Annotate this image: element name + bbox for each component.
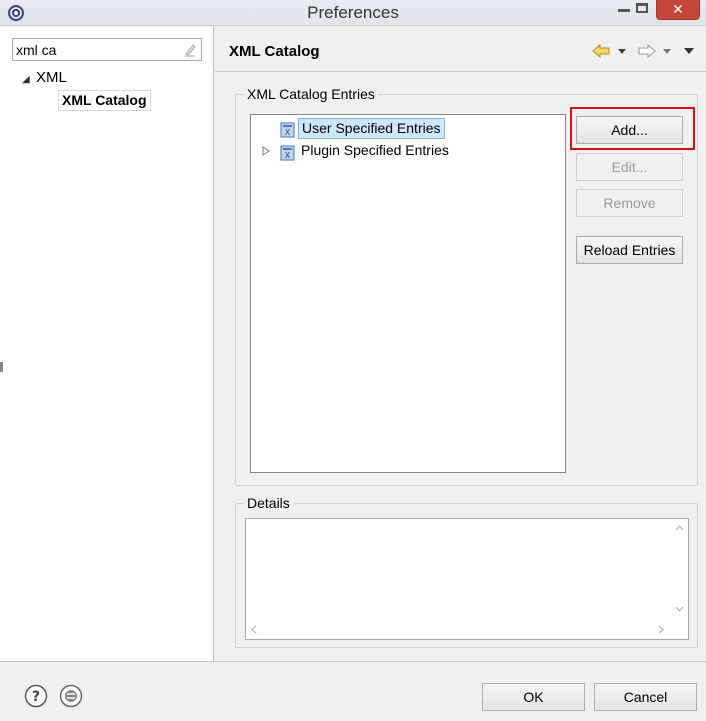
footer-divider [0, 661, 706, 662]
window-title: Preferences [307, 3, 399, 22]
catalog-entries-legend: XML Catalog Entries [247, 86, 375, 102]
svg-text:X: X [285, 128, 291, 137]
ok-button[interactable]: OK [482, 683, 585, 711]
tree-item-xml[interactable]: ◢ XML [22, 69, 67, 87]
scroll-up-icon[interactable] [675, 525, 684, 531]
resize-handle[interactable] [0, 362, 3, 372]
catalog-icon: X [280, 145, 295, 161]
clear-filter-icon[interactable] [183, 42, 197, 57]
forward-dropdown-icon [663, 49, 671, 54]
tree-row-label: Plugin Specified Entries [301, 142, 449, 158]
tree-item-label: XML [36, 69, 67, 86]
minimize-icon[interactable] [618, 9, 630, 12]
back-arrow-icon[interactable] [591, 42, 611, 60]
expand-arrow-icon[interactable] [261, 146, 271, 156]
header-divider [215, 71, 706, 72]
add-button[interactable]: Add... [576, 116, 683, 144]
import-export-icon[interactable] [59, 684, 83, 708]
svg-text:?: ? [32, 689, 40, 705]
tree-row-user-entries[interactable]: X User Specified Entries [251, 118, 551, 140]
scroll-right-icon[interactable] [658, 625, 664, 634]
edit-button[interactable]: Edit... [576, 153, 683, 181]
collapse-arrow-icon[interactable]: ◢ [22, 71, 36, 89]
catalog-entries-tree[interactable]: X User Specified Entries X Plugin Specif… [250, 114, 566, 473]
help-icon[interactable]: ? [24, 684, 48, 708]
svg-text:X: X [285, 151, 291, 160]
cancel-button[interactable]: Cancel [594, 683, 697, 711]
filter-box [12, 38, 202, 61]
filter-input[interactable] [16, 41, 176, 58]
tree-item-xml-catalog[interactable]: XML Catalog [58, 90, 151, 111]
tree-row-label: User Specified Entries [298, 118, 445, 139]
close-button[interactable]: ✕ [656, 0, 700, 20]
scroll-left-icon[interactable] [251, 625, 257, 634]
forward-arrow-icon [638, 43, 656, 59]
remove-button[interactable]: Remove [576, 189, 683, 217]
tree-row-plugin-entries[interactable]: X Plugin Specified Entries [251, 141, 551, 163]
title-bar: Preferences ✕ [0, 0, 706, 26]
back-dropdown-icon[interactable] [617, 47, 627, 55]
view-menu-icon[interactable] [683, 47, 695, 55]
details-legend: Details [247, 495, 290, 511]
reload-entries-button[interactable]: Reload Entries [576, 236, 683, 264]
maximize-icon[interactable] [636, 3, 648, 13]
catalog-icon: X [280, 122, 295, 138]
page-title: XML Catalog [229, 43, 320, 60]
preference-tree-pane: ◢XML XML Catalog [0, 27, 214, 661]
scroll-down-icon[interactable] [675, 606, 684, 612]
details-text-area[interactable] [245, 518, 689, 640]
